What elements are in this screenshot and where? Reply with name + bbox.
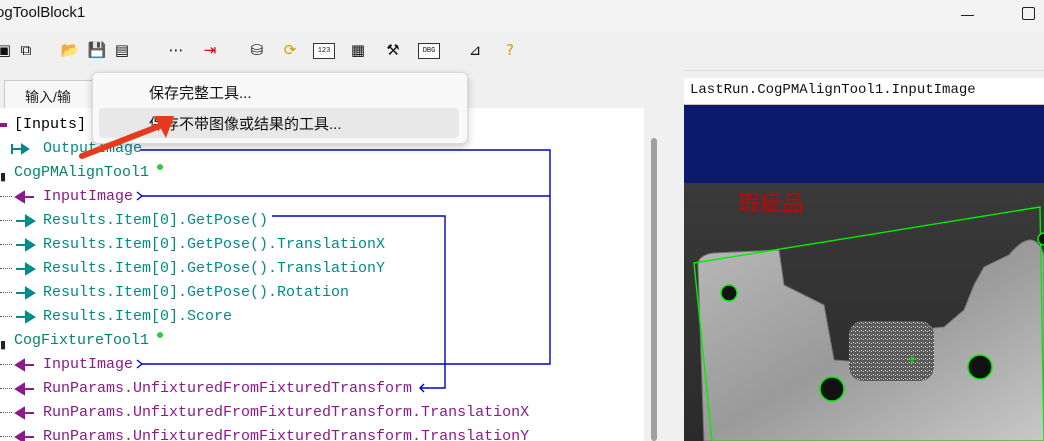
output-arrow-icon (16, 262, 36, 276)
tree-row-translation-x[interactable]: Results.Item[0].GetPose().TranslationX (0, 234, 644, 256)
tree-connector (0, 388, 12, 389)
menu-item-save-complete-tool[interactable]: 保存完整工具... (99, 77, 459, 107)
terminal-123-icon[interactable]: 123 (313, 43, 335, 59)
tree-row-score[interactable]: Results.Item[0].Score (0, 306, 644, 328)
help-icon[interactable]: ? (500, 40, 520, 60)
tree-connector (0, 196, 12, 197)
tree-row-unfixtured-translation-y[interactable]: RunParams.UnfixturedFromFixturedTransfor… (0, 426, 644, 441)
tree-row-label: RunParams.UnfixturedFromFixturedTransfor… (43, 404, 530, 421)
database-icon[interactable]: ⛁ (247, 40, 267, 60)
tree-row-label: Results.Item[0].GetPose().TranslationX (43, 236, 386, 253)
defect-caption: 瑕疵品 (738, 192, 804, 217)
tree-row-fixture-tool[interactable]: ▮ CogFixtureTool1 (0, 330, 644, 352)
defect-region (849, 321, 934, 381)
scrollbar-thumb[interactable] (651, 138, 657, 441)
input-arrow-icon (14, 190, 34, 204)
pane-divider[interactable] (674, 70, 684, 441)
input-arrow-icon (14, 358, 34, 372)
window-icon[interactable]: ▣ (0, 40, 14, 60)
output-arrow-icon (16, 310, 36, 324)
tools-icon[interactable]: ⚒ (383, 40, 403, 60)
tree-connector (0, 244, 12, 245)
inspection-image: 瑕疵品 (684, 105, 1044, 441)
collapse-icon[interactable] (0, 123, 7, 127)
output-arrow-icon (16, 238, 36, 252)
save-as-icon[interactable]: ▤ (112, 40, 132, 60)
input-arrow-icon (14, 382, 34, 396)
hole-marker (967, 354, 993, 380)
image-title: LastRun.CogPMAlignTool1.InputImage (690, 82, 976, 98)
tree-row-getpose[interactable]: Results.Item[0].GetPose() (0, 210, 644, 232)
tree-connector (0, 316, 12, 317)
tree-row-label: Results.Item[0].Score (43, 308, 233, 325)
hole-marker (819, 376, 845, 402)
output-arrow-icon (16, 286, 36, 300)
tree-row-translation-y[interactable]: Results.Item[0].GetPose().TranslationY (0, 258, 644, 280)
tree-connector (0, 220, 12, 221)
tree-row-unfixtured-translation-x[interactable]: RunParams.UnfixturedFromFixturedTransfor… (0, 402, 644, 424)
tool-icon: ▮ (0, 338, 7, 351)
tool-icon: ▮ (0, 170, 7, 183)
save-icon[interactable]: 💾 (87, 40, 107, 60)
tree-row-label: Results.Item[0].GetPose() (43, 212, 269, 229)
open-folder-icon[interactable]: 📂 (60, 40, 80, 60)
status-dot-icon (157, 332, 163, 338)
tree-connector (0, 436, 12, 437)
tree-row-label: InputImage (43, 356, 134, 373)
tree-scrollbar[interactable] (644, 108, 674, 441)
chart-icon[interactable]: ⊿ (465, 40, 485, 60)
title-bar: ogToolBlock1 (0, 0, 1044, 32)
run-icon[interactable]: ⟳ (280, 40, 300, 60)
hole-marker (1037, 232, 1044, 246)
tree-connector (0, 292, 12, 293)
tree-row-rotation[interactable]: Results.Item[0].GetPose().Rotation (0, 282, 644, 304)
top-band (684, 105, 1044, 183)
tree-connector (0, 412, 12, 413)
tree-row-label: RunParams.UnfixturedFromFixturedTransfor… (43, 380, 413, 397)
output-arrow-icon (16, 214, 36, 228)
output-arrow-icon (11, 143, 30, 155)
image-title-bar: LastRun.CogPMAlignTool1.InputImage (684, 78, 1044, 105)
import-icon[interactable]: ⇥ (200, 40, 220, 60)
tree-row-unfixtured-transform[interactable]: RunParams.UnfixturedFromFixturedTransfor… (0, 378, 644, 400)
input-arrow-icon (14, 430, 34, 441)
tab-inputs-outputs[interactable]: 输入/输 (4, 80, 98, 109)
minimize-button[interactable] (944, 0, 990, 32)
dbg-icon[interactable]: DBG (418, 43, 440, 59)
tab-label: 输入/输 (25, 89, 71, 105)
image-display-pane: LastRun.CogPMAlignTool1.InputImage 瑕疵品 (684, 78, 1044, 441)
hole-marker (720, 284, 738, 302)
tree-connector (0, 364, 12, 365)
window-copy-icon[interactable]: ⧉ (16, 40, 36, 60)
tree-row-label: InputImage (43, 188, 134, 205)
tree-row-label: Results.Item[0].GetPose().Rotation (43, 284, 350, 301)
input-arrow-icon (14, 406, 34, 420)
tree-connector (0, 268, 12, 269)
image-display[interactable]: 瑕疵品 (684, 105, 1044, 441)
window-title: ogToolBlock1 (0, 4, 86, 21)
toolbar: ▣ ⧉ 📂 💾 ▤ ⋯ ⇥ ⛁ ⟳ 123 ▦ ⚒ DBG ⊿ ? (0, 32, 1044, 71)
tree-row-input-image[interactable]: InputImage (0, 186, 644, 208)
tree-row-label: CogFixtureTool1 (14, 332, 150, 349)
tree-row-label: Results.Item[0].GetPose().TranslationY (43, 260, 386, 277)
menu-item-label: 保存完整工具... (149, 85, 252, 102)
dotted-line-icon[interactable]: ⋯ (164, 40, 188, 60)
tree-row-label: RunParams.UnfixturedFromFixturedTransfor… (43, 428, 530, 441)
maximize-button[interactable] (1006, 0, 1044, 32)
annotation-arrow-icon (79, 116, 174, 159)
form-icon[interactable]: ▦ (348, 40, 368, 60)
tree-row-fixture-input-image[interactable]: InputImage (0, 354, 644, 376)
